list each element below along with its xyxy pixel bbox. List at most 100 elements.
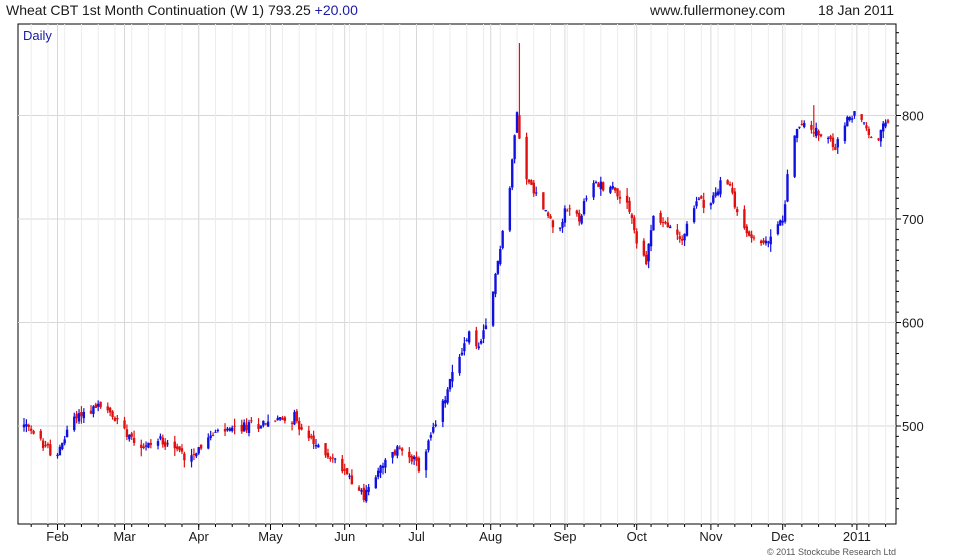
candle-body bbox=[348, 475, 351, 477]
candle-body bbox=[664, 221, 667, 224]
candle-body bbox=[281, 417, 284, 420]
candle-body bbox=[762, 240, 765, 243]
candle-body bbox=[630, 214, 634, 219]
candle-body bbox=[867, 128, 871, 135]
candle-body bbox=[709, 203, 713, 206]
candle-body bbox=[831, 137, 835, 147]
candle-body bbox=[659, 212, 662, 223]
x-axis-labels: Feb Mar Apr May Jun Jul Aug Sep Oct Nov Dec 2011 bbox=[46, 529, 871, 544]
candle-body bbox=[192, 454, 196, 456]
candle-body bbox=[209, 435, 212, 438]
candle-body bbox=[695, 201, 698, 207]
candle-body bbox=[676, 229, 679, 235]
candle-body bbox=[465, 340, 468, 342]
candle-body bbox=[231, 427, 234, 431]
candle-body bbox=[618, 196, 622, 199]
candle-body bbox=[341, 458, 344, 472]
candle-body bbox=[106, 406, 109, 411]
candle-body bbox=[759, 240, 763, 244]
candle-body bbox=[731, 187, 734, 193]
candle-body bbox=[216, 430, 220, 432]
candle-body bbox=[329, 457, 332, 459]
candle-body bbox=[156, 441, 160, 446]
candle-body bbox=[393, 450, 397, 455]
candle-body bbox=[360, 490, 363, 492]
candle-body bbox=[685, 223, 689, 236]
candle-body bbox=[745, 226, 748, 234]
candle-body bbox=[276, 417, 279, 420]
candle-body bbox=[568, 208, 571, 210]
candle-body bbox=[865, 125, 868, 129]
candle-body bbox=[580, 215, 583, 224]
candle-body bbox=[166, 443, 169, 445]
candle-body bbox=[190, 455, 193, 462]
candle-body bbox=[551, 220, 555, 228]
candle-body bbox=[211, 434, 215, 436]
candle-body bbox=[365, 489, 368, 502]
candle-body bbox=[843, 125, 847, 142]
candle-body bbox=[300, 427, 303, 430]
x-tick-label: Dec bbox=[771, 529, 795, 544]
candle-body bbox=[752, 237, 756, 239]
copyright-notice: © 2011 Stockcube Research Ltd bbox=[767, 547, 896, 557]
candle-body bbox=[384, 459, 387, 468]
candle-body bbox=[195, 453, 198, 457]
candle-body bbox=[379, 465, 382, 473]
candle-body bbox=[408, 451, 411, 458]
x-tick-label: Nov bbox=[699, 529, 723, 544]
candle-body bbox=[578, 212, 581, 222]
candle-body bbox=[214, 431, 217, 433]
candle-body bbox=[642, 240, 646, 256]
candle-body bbox=[73, 416, 76, 431]
candle-body bbox=[475, 330, 478, 347]
candle-body bbox=[525, 136, 528, 180]
candle-body bbox=[582, 201, 586, 215]
candle-body bbox=[142, 446, 145, 449]
candle-body bbox=[518, 115, 521, 139]
candle-body bbox=[733, 191, 737, 208]
candle-body bbox=[511, 159, 514, 188]
candle-body bbox=[491, 291, 495, 326]
candle-body bbox=[836, 139, 839, 148]
candle-body bbox=[728, 183, 732, 186]
candle-body bbox=[719, 180, 722, 195]
x-tick-label: Oct bbox=[627, 529, 648, 544]
candle-body bbox=[534, 192, 538, 194]
candle-body bbox=[669, 226, 672, 229]
candle-body bbox=[609, 187, 612, 193]
candle-body bbox=[314, 445, 318, 447]
candle-body bbox=[448, 379, 452, 390]
candle-body bbox=[377, 470, 380, 477]
candle-body bbox=[683, 233, 686, 241]
candle-body bbox=[233, 425, 236, 427]
candle-body bbox=[558, 227, 562, 229]
candle-body bbox=[132, 437, 136, 443]
candle-body bbox=[680, 239, 684, 241]
y-axis-labels: 500 600 700 800 bbox=[902, 109, 924, 435]
candle-body bbox=[32, 430, 35, 434]
candle-body bbox=[776, 224, 780, 235]
candle-body bbox=[58, 446, 62, 456]
candle-body bbox=[113, 417, 117, 421]
candle-body bbox=[130, 433, 133, 437]
candle-body bbox=[262, 420, 265, 426]
candle-body bbox=[846, 117, 849, 127]
candle-body bbox=[549, 216, 552, 219]
candle-body bbox=[494, 273, 497, 294]
candle-body bbox=[702, 199, 705, 208]
candle-body bbox=[814, 127, 818, 137]
candle-body bbox=[764, 240, 768, 244]
candle-body bbox=[250, 420, 253, 422]
x-tick-label: Jun bbox=[334, 529, 355, 544]
candle-body bbox=[183, 453, 186, 461]
candle-body bbox=[144, 445, 148, 447]
candle-body bbox=[743, 209, 746, 228]
candle-body bbox=[180, 448, 184, 452]
candle-body bbox=[542, 192, 545, 210]
candle-body bbox=[829, 135, 832, 139]
candle-body bbox=[161, 437, 165, 445]
candle-body bbox=[817, 130, 820, 136]
candle-body bbox=[563, 208, 567, 223]
candle-body bbox=[633, 217, 636, 231]
candle-body bbox=[398, 447, 401, 449]
